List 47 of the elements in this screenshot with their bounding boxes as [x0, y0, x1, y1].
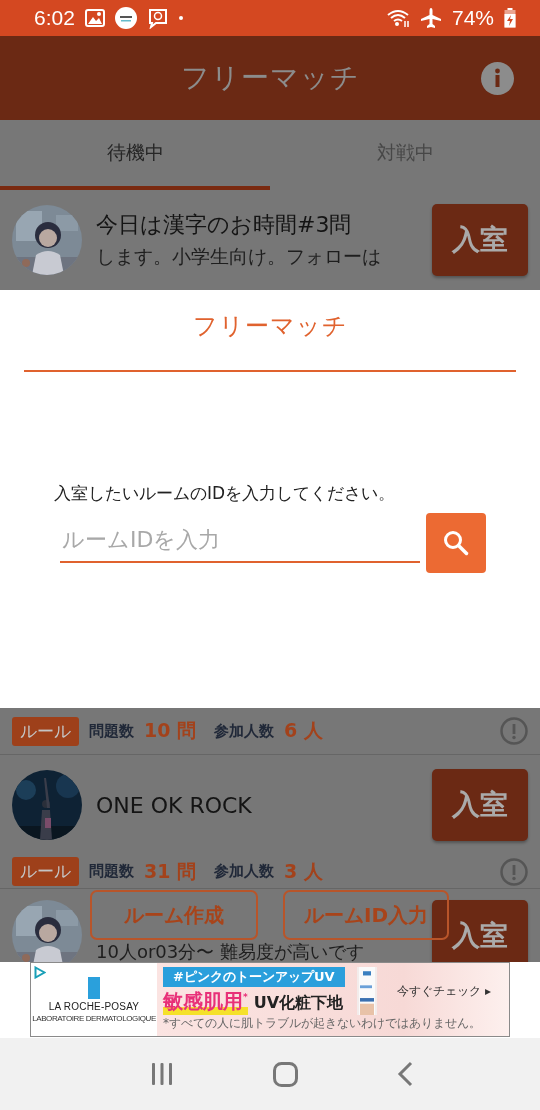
check-now-link[interactable]: 今すぐチェック ▸ — [381, 967, 507, 1015]
exclamation-icon[interactable] — [500, 857, 528, 886]
clock-time: 6:02 — [34, 6, 75, 30]
brand-name: LA ROCHE-POSAY — [48, 1000, 140, 1012]
chat-icon — [146, 7, 169, 29]
room-description: 10人or03分〜 難易度が高いです — [96, 941, 365, 962]
enter-button[interactable]: 入室 — [432, 769, 528, 841]
search-icon — [443, 530, 469, 556]
exclamation-icon[interactable] — [500, 717, 528, 745]
players-label: 参加人数 — [214, 862, 275, 881]
ad-headline: 敏感肌用$^{*}$ — [163, 988, 248, 1015]
battery-charging-icon — [504, 8, 516, 28]
questions-label: 問題数 — [89, 721, 134, 741]
questions-label: 問題数 — [89, 862, 134, 881]
wifi-icon — [385, 8, 410, 28]
battery-percent: 74% — [451, 6, 494, 30]
ad-disclaimer: *すべての人に肌トラブルが起きないわけではありません。 — [163, 1016, 481, 1031]
players-count: 6 人 — [284, 718, 323, 743]
enter-button[interactable]: 入室 — [432, 204, 528, 276]
back-icon[interactable] — [396, 1061, 413, 1087]
room-title: 今日は漢字のお時間#3問 — [96, 211, 353, 239]
search-button[interactable] — [426, 513, 486, 573]
product-name: UV化粧下地 — [253, 993, 344, 1014]
ad-banner[interactable]: LA ROCHE-POSAY LABORATOIRE DERMATOLOGIQUE #ピンクのトーンアップUV 敏感肌用$^{*}$ UV化粧下地 今すぐチェック ▸ *すべての人に肌トラブルが起きないわけではありません。 — [30, 962, 510, 1037]
info-icon[interactable] — [481, 62, 514, 95]
brand-subtitle: LABORATOIRE DERMATOLOGIQUE — [32, 1013, 156, 1023]
dialog-title: フリーマッチ — [192, 311, 348, 342]
instruction-text: 入室したいルームのIDを入力してください。 — [54, 482, 397, 505]
airplane-icon — [419, 7, 442, 29]
rules-tag[interactable]: ルール — [12, 857, 79, 886]
players-count: 3 人 — [284, 858, 323, 884]
rules-tag[interactable]: ルール — [12, 716, 79, 746]
app-icon — [114, 7, 137, 29]
logo-mark-icon — [88, 976, 100, 999]
players-label: 参加人数 — [214, 721, 275, 741]
enter-button[interactable]: 入室 — [432, 900, 528, 962]
questions-count: 31 問 — [144, 858, 197, 884]
image-icon — [84, 9, 105, 27]
ad-choices-icon[interactable] — [34, 966, 46, 979]
notification-dot-icon — [178, 16, 183, 20]
home-icon[interactable] — [272, 1061, 298, 1087]
ad-tagline: #ピンクのトーンアップUV — [163, 967, 345, 987]
recent-apps-icon[interactable] — [149, 1062, 174, 1086]
app-title: フリーマッチ — [180, 60, 360, 96]
questions-count: 10 問 — [144, 718, 197, 743]
room-description: します。小学生向け。フォローは — [96, 244, 382, 269]
room-title: ONE OK ROCK — [96, 792, 253, 818]
